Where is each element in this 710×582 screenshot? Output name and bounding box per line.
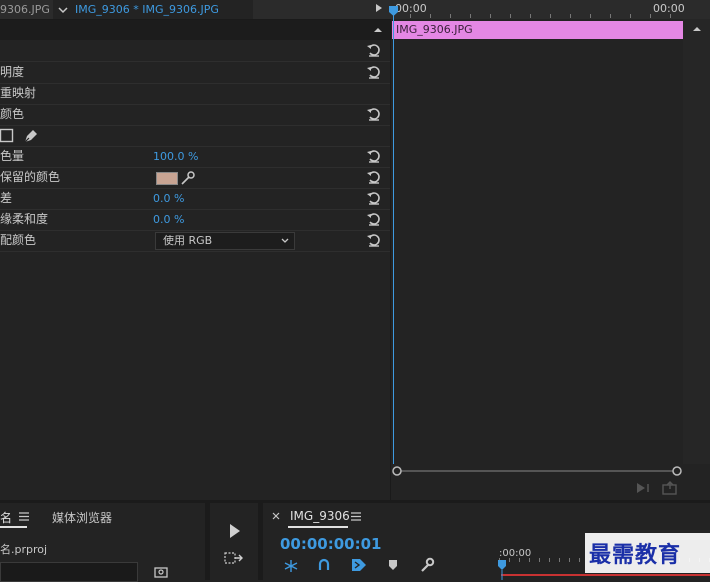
close-icon[interactable] — [272, 512, 280, 520]
wrench-icon[interactable] — [419, 557, 435, 573]
tab-sequence[interactable]: IMG_9306 — [290, 509, 350, 523]
project-panel: 名 媒体浏览器 名.prproj — [0, 503, 205, 582]
chevron-down-icon — [280, 236, 290, 246]
tab-effect-controls-label: IMG_9306 * IMG_9306.JPG — [75, 3, 219, 16]
timeline-zoom-scrollbar[interactable] — [392, 466, 682, 476]
timeline-side-strip — [683, 19, 710, 464]
color-swatch[interactable] — [156, 172, 178, 185]
project-file-name: 名.prproj — [0, 543, 48, 556]
clip-label: IMG_9306.JPG — [396, 23, 473, 36]
active-tab-underline — [288, 526, 348, 528]
effect-row: 保留的颜色 — [0, 167, 390, 189]
render-bar — [501, 574, 710, 576]
new-bin-icon[interactable] — [154, 566, 168, 578]
add-marker-tool-icon[interactable] — [351, 558, 367, 572]
effect-row: 颜色 — [0, 104, 390, 126]
pen-mask-icon[interactable] — [22, 127, 40, 144]
reset-icon[interactable] — [366, 107, 382, 121]
effect-row: 色量 100.0 % — [0, 146, 390, 168]
tolerance-value[interactable]: 0.0 % — [153, 188, 184, 209]
reset-icon[interactable] — [366, 43, 382, 57]
edge-softness-value[interactable]: 0.0 % — [153, 209, 184, 230]
ruler-ticks — [410, 14, 680, 18]
tools-panel — [210, 503, 258, 580]
effect-row: 明度 — [0, 62, 390, 84]
play-audio-icon[interactable] — [636, 482, 652, 494]
eyedropper-icon[interactable] — [180, 170, 196, 186]
reset-icon[interactable] — [366, 65, 382, 79]
effect-row: 配颜色 使用 RGB — [0, 230, 390, 252]
effect-row-label: 重映射 — [0, 86, 37, 100]
effect-row-label: 缘柔和度 — [0, 212, 49, 226]
selection-tool-icon[interactable] — [228, 523, 242, 539]
mask-tools-row — [0, 125, 390, 147]
snap-icon[interactable] — [283, 559, 299, 573]
project-search-input[interactable] — [0, 562, 138, 582]
reset-icon[interactable] — [366, 212, 382, 226]
tab-effect-controls-clip[interactable]: IMG_9306 * IMG_9306.JPG — [53, 0, 253, 19]
tab-source-clip-label: 9306.JPG — [0, 3, 50, 16]
linked-selection-icon[interactable] — [317, 558, 331, 572]
match-colors-select-value: 使用 RGB — [163, 234, 213, 247]
effect-row-label: 差 — [0, 191, 13, 205]
effect-row: 差 0.0 % — [0, 188, 390, 210]
sequence-playhead[interactable] — [498, 560, 506, 580]
effect-timeline-area — [390, 0, 710, 500]
tab-project[interactable]: 名 — [0, 509, 12, 526]
effect-row-label: 明度 — [0, 65, 25, 79]
hamburger-menu-icon[interactable] — [19, 512, 29, 521]
sequence-timecode[interactable]: 00:00:00:01 — [280, 535, 382, 553]
rectangle-mask-icon[interactable] — [0, 128, 14, 143]
collapse-up-icon[interactable] — [372, 24, 384, 36]
effect-controls-header — [0, 20, 390, 40]
watermark: 最需教育 — [585, 533, 710, 573]
track-select-tool-icon[interactable] — [224, 551, 244, 565]
effect-row-label: 色量 — [0, 149, 25, 163]
amount-value[interactable]: 100.0 % — [153, 146, 198, 167]
watermark-text: 最需教育 — [589, 542, 682, 568]
scroll-up-icon[interactable] — [692, 24, 702, 34]
effect-row-label: 保留的颜色 — [0, 170, 61, 184]
effect-row: 缘柔和度 0.0 % — [0, 209, 390, 231]
active-tab-underline — [0, 526, 27, 528]
playhead-marker[interactable] — [389, 6, 398, 16]
match-colors-select[interactable]: 使用 RGB — [155, 232, 295, 250]
reset-icon[interactable] — [366, 233, 382, 247]
playhead-line[interactable] — [393, 12, 394, 464]
clip-bar[interactable]: IMG_9306.JPG — [392, 21, 683, 39]
effect-row-header — [0, 40, 390, 62]
effect-row-label: 颜色 — [0, 107, 25, 121]
reset-icon[interactable] — [366, 191, 382, 205]
panel-tab-bar: 9306.JPG IMG_9306 * IMG_9306.JPG — [0, 0, 390, 20]
reset-icon[interactable] — [366, 149, 382, 163]
effect-row-label: 配颜色 — [0, 233, 37, 247]
effect-row: 重映射 — [0, 83, 390, 105]
play-triangle-icon[interactable] — [375, 3, 383, 13]
chevron-down-icon[interactable] — [57, 0, 69, 19]
reset-icon[interactable] — [366, 170, 382, 184]
tab-media-browser[interactable]: 媒体浏览器 — [52, 509, 112, 526]
marker-icon[interactable] — [388, 559, 398, 571]
hamburger-menu-icon[interactable] — [351, 512, 361, 521]
export-clip-icon[interactable] — [662, 481, 678, 495]
timeline-ruler[interactable]: 00:00 00:00 — [376, 0, 710, 19]
tab-source-clip[interactable]: 9306.JPG — [0, 0, 52, 19]
